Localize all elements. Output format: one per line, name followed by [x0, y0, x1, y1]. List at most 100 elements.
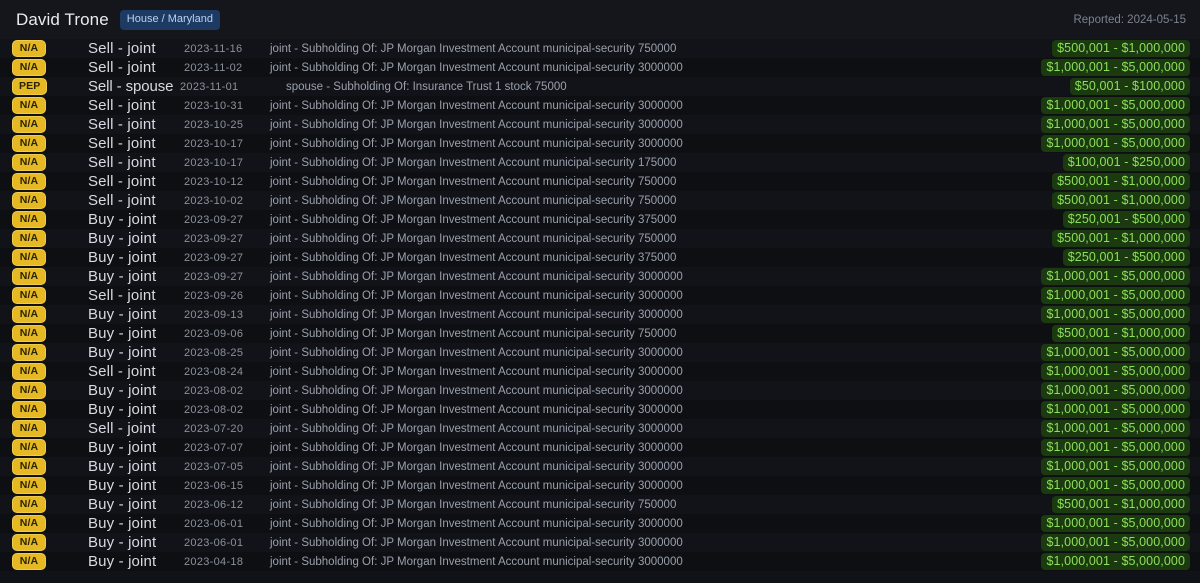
table-row[interactable]: N/A Sell - joint 2023-10-17 joint - Subhold…	[0, 153, 1200, 172]
row-tag-cell: N/A	[12, 495, 88, 514]
table-row[interactable]: N/A Sell - joint 2023-10-31 joint - Subhold…	[0, 96, 1200, 115]
table-row[interactable]: N/A Buy - joint 2023-08-02 joint - Subholdi…	[0, 381, 1200, 400]
table-row[interactable]: N/A Buy - joint 2023-07-07 joint - Subholdi…	[0, 438, 1200, 457]
row-tag-cell: N/A	[12, 457, 88, 476]
table-row[interactable]: N/A Buy - joint 2023-09-06 joint - Subholdi…	[0, 324, 1200, 343]
transaction-date: 2023-10-17	[184, 137, 244, 150]
transaction-type: Sell - joint	[88, 59, 156, 76]
table-row[interactable]: N/A Buy - joint 2023-08-25 joint - Subholdi…	[0, 343, 1200, 362]
transaction-date: 2023-09-06	[184, 327, 244, 340]
row-tag-cell: N/A	[12, 324, 88, 343]
transaction-date: 2023-10-17	[184, 156, 244, 169]
transaction-amount-cell: $1,000,001 - $5,000,000	[990, 135, 1190, 152]
transaction-description: joint - Subholding Of: JP Morgan Investm…	[270, 232, 677, 245]
table-row[interactable]: N/A Buy - joint 2023-04-18 joint - Subholdi…	[0, 552, 1200, 571]
amount-range-badge: $1,000,001 - $5,000,000	[1041, 439, 1190, 456]
na-badge: N/A	[12, 58, 46, 77]
table-row[interactable]: N/A Buy - joint 2023-06-15 joint - Subholdi…	[0, 476, 1200, 495]
table-row[interactable]: N/A Buy - joint 2023-09-27 joint - Subholdi…	[0, 210, 1200, 229]
chamber-state-badge[interactable]: House / Maryland	[119, 9, 220, 30]
table-row[interactable]: N/A Sell - joint 2023-10-17 joint - Subhold…	[0, 134, 1200, 153]
table-row[interactable]: N/A Buy - joint 2023-09-13 joint - Subholdi…	[0, 305, 1200, 324]
table-row[interactable]: N/A Sell - joint 2023-09-26 joint - Subhold…	[0, 286, 1200, 305]
table-row[interactable]: N/A Sell - joint 2023-10-02 joint - Subhold…	[0, 191, 1200, 210]
transaction-date: 2023-08-24	[184, 365, 244, 378]
amount-range-badge: $1,000,001 - $5,000,000	[1041, 534, 1190, 551]
transaction-amount-cell: $1,000,001 - $5,000,000	[990, 553, 1190, 570]
table-row[interactable]: N/A Sell - joint 2023-10-12 joint - Subhold…	[0, 172, 1200, 191]
transaction-type: Buy - joint	[88, 477, 157, 494]
transaction-amount-cell: $500,001 - $1,000,000	[990, 325, 1190, 342]
table-row[interactable]: N/A Sell - joint 2023-11-16 joint - Subhold…	[0, 39, 1200, 58]
transaction-date: 2023-10-31	[184, 99, 244, 112]
na-badge: N/A	[12, 533, 46, 552]
table-row[interactable]: PEP Sell - spouse 2023-11-01 spouse - Subho…	[0, 77, 1200, 96]
na-badge: N/A	[12, 495, 46, 514]
transaction-description: joint - Subholding Of: JP Morgan Investm…	[270, 441, 683, 454]
transaction-date: 2023-08-02	[184, 403, 244, 416]
amount-range-badge: $500,001 - $1,000,000	[1052, 325, 1190, 342]
transaction-type: Sell - joint	[88, 363, 156, 380]
page-header: David Trone House / Maryland Reported: 2…	[0, 0, 1200, 39]
transaction-date: 2023-08-25	[184, 346, 244, 359]
na-badge: N/A	[12, 381, 46, 400]
footer-strip	[0, 571, 1200, 583]
table-row[interactable]: N/A Sell - joint 2023-08-24 joint - Subhold…	[0, 362, 1200, 381]
transaction-description: joint - Subholding Of: JP Morgan Investm…	[270, 99, 683, 112]
transaction-amount-cell: $1,000,001 - $5,000,000	[990, 458, 1190, 475]
transaction-type: Sell - joint	[88, 173, 156, 190]
transaction-date: 2023-07-07	[184, 441, 244, 454]
transaction-type: Buy - joint	[88, 382, 157, 399]
row-tag-cell: PEP	[12, 77, 88, 96]
transaction-description: joint - Subholding Of: JP Morgan Investm…	[270, 479, 683, 492]
transaction-date: 2023-09-13	[184, 308, 244, 321]
transaction-type: Sell - joint	[88, 154, 156, 171]
table-row[interactable]: N/A Buy - joint 2023-06-01 joint - Subholdi…	[0, 533, 1200, 552]
transaction-description: joint - Subholding Of: JP Morgan Investm…	[270, 422, 683, 435]
transaction-date: 2023-09-27	[184, 213, 244, 226]
na-badge: N/A	[12, 552, 46, 571]
amount-range-badge: $250,001 - $500,000	[1062, 249, 1190, 266]
row-tag-cell: N/A	[12, 267, 88, 286]
transaction-list: N/A Sell - joint 2023-11-16 joint - Subhold…	[0, 39, 1200, 571]
transaction-amount-cell: $1,000,001 - $5,000,000	[990, 59, 1190, 76]
transaction-description: joint - Subholding Of: JP Morgan Investm…	[270, 42, 677, 55]
table-row[interactable]: N/A Buy - joint 2023-09-27 joint - Subholdi…	[0, 248, 1200, 267]
row-tag-cell: N/A	[12, 438, 88, 457]
transaction-description: spouse - Subholding Of: Insurance Trust …	[286, 80, 567, 93]
na-badge: N/A	[12, 286, 46, 305]
transaction-amount-cell: $1,000,001 - $5,000,000	[990, 116, 1190, 133]
transaction-amount-cell: $1,000,001 - $5,000,000	[990, 306, 1190, 323]
transaction-description: joint - Subholding Of: JP Morgan Investm…	[270, 175, 677, 188]
table-row[interactable]: N/A Sell - joint 2023-11-02 joint - Subhold…	[0, 58, 1200, 77]
transaction-description: joint - Subholding Of: JP Morgan Investm…	[270, 346, 683, 359]
na-badge: N/A	[12, 324, 46, 343]
table-row[interactable]: N/A Buy - joint 2023-06-01 joint - Subholdi…	[0, 514, 1200, 533]
transaction-type: Sell - joint	[88, 116, 156, 133]
table-row[interactable]: N/A Buy - joint 2023-08-02 joint - Subholdi…	[0, 400, 1200, 419]
transaction-description: joint - Subholding Of: JP Morgan Investm…	[270, 327, 677, 340]
transaction-amount-cell: $250,001 - $500,000	[990, 211, 1190, 228]
na-badge: N/A	[12, 153, 46, 172]
transaction-description: joint - Subholding Of: JP Morgan Investm…	[270, 365, 683, 378]
transaction-description: joint - Subholding Of: JP Morgan Investm…	[270, 61, 683, 74]
transaction-description: joint - Subholding Of: JP Morgan Investm…	[270, 517, 683, 530]
row-tag-cell: N/A	[12, 191, 88, 210]
transaction-date: 2023-04-18	[184, 555, 244, 568]
transaction-date: 2023-06-01	[184, 517, 244, 530]
transaction-type: Buy - joint	[88, 458, 157, 475]
table-row[interactable]: N/A Buy - joint 2023-09-27 joint - Subholdi…	[0, 229, 1200, 248]
reported-date-label: Reported: 2024-05-15	[1073, 13, 1186, 26]
na-badge: N/A	[12, 134, 46, 153]
table-row[interactable]: N/A Sell - joint 2023-10-25 joint - Subhold…	[0, 115, 1200, 134]
transaction-date: 2023-09-27	[184, 232, 244, 245]
amount-range-badge: $1,000,001 - $5,000,000	[1041, 135, 1190, 152]
table-row[interactable]: N/A Buy - joint 2023-06-12 joint - Subholdi…	[0, 495, 1200, 514]
transaction-amount-cell: $1,000,001 - $5,000,000	[990, 515, 1190, 532]
transaction-type: Buy - joint	[88, 534, 157, 551]
table-row[interactable]: N/A Buy - joint 2023-09-27 joint - Subholdi…	[0, 267, 1200, 286]
transaction-amount-cell: $1,000,001 - $5,000,000	[990, 268, 1190, 285]
table-row[interactable]: N/A Sell - joint 2023-07-20 joint - Subhold…	[0, 419, 1200, 438]
table-row[interactable]: N/A Buy - joint 2023-07-05 joint - Subholdi…	[0, 457, 1200, 476]
transaction-type: Sell - joint	[88, 40, 156, 57]
